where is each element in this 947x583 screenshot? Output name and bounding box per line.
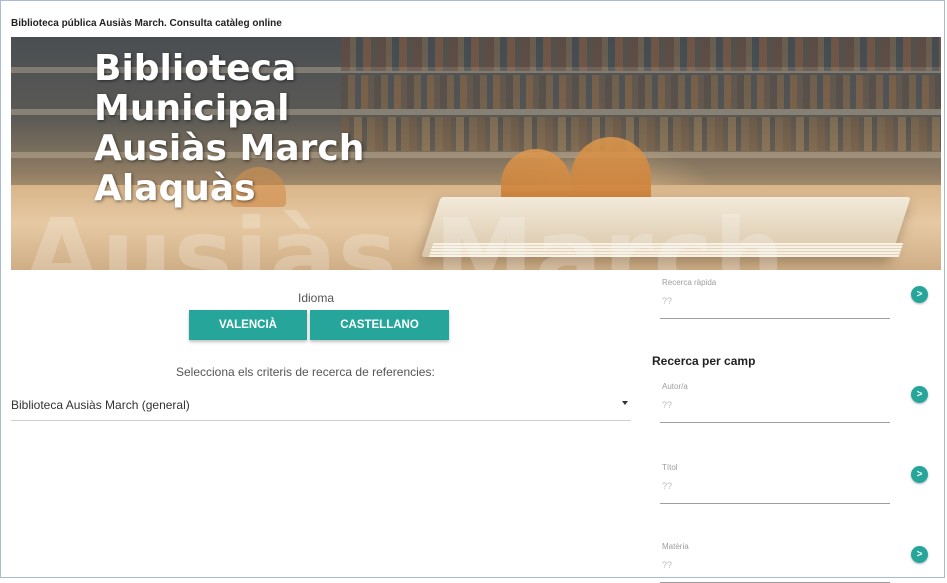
header-banner: Ausiàs March Biblioteca Municipal Ausiàs… (11, 37, 941, 270)
title-label: Títol (662, 463, 678, 472)
subject-label: Matèria (662, 542, 689, 551)
banner-title: Biblioteca Municipal Ausiàs March Alaquà… (94, 49, 364, 209)
banner-books (341, 75, 941, 109)
banner-title-line: Ausiàs March (94, 128, 365, 169)
title-field: Títol (660, 463, 890, 504)
banner-books (341, 37, 941, 71)
quick-search-input[interactable] (662, 296, 882, 306)
title-go-button[interactable]: > (911, 466, 928, 483)
author-field: Autor/a (660, 382, 890, 423)
banner-books (341, 117, 941, 151)
subject-input[interactable] (662, 560, 882, 570)
quick-search-field: Recerca ràpida (660, 278, 890, 319)
field-search-heading: Recerca per camp (652, 354, 756, 368)
author-label: Autor/a (662, 382, 688, 391)
caret-down-icon (622, 401, 628, 405)
author-go-button[interactable]: > (911, 386, 928, 403)
valencia-button[interactable]: VALENCIÀ (189, 310, 307, 340)
banner-title-line: Alaquàs (94, 168, 256, 209)
quick-search-go-button[interactable]: > (911, 286, 928, 303)
criteria-select-value: Biblioteca Ausiàs March (general) (11, 398, 190, 412)
quick-search-label: Recerca ràpida (662, 278, 717, 287)
window-title: Biblioteca pública Ausiàs March. Consult… (11, 18, 282, 29)
language-label: Idioma (298, 291, 335, 305)
banner-title-line: Biblioteca (94, 48, 297, 89)
subject-go-button[interactable]: > (911, 546, 928, 563)
criteria-select[interactable]: Biblioteca Ausiàs March (general) (11, 392, 631, 421)
author-input[interactable] (662, 400, 882, 410)
criteria-prompt: Selecciona els criteris de recerca de re… (176, 365, 435, 379)
subject-field: Matèria (660, 542, 890, 583)
castellano-button[interactable]: CASTELLANO (310, 310, 449, 340)
banner-title-line: Municipal (94, 88, 290, 129)
title-input[interactable] (662, 481, 882, 491)
